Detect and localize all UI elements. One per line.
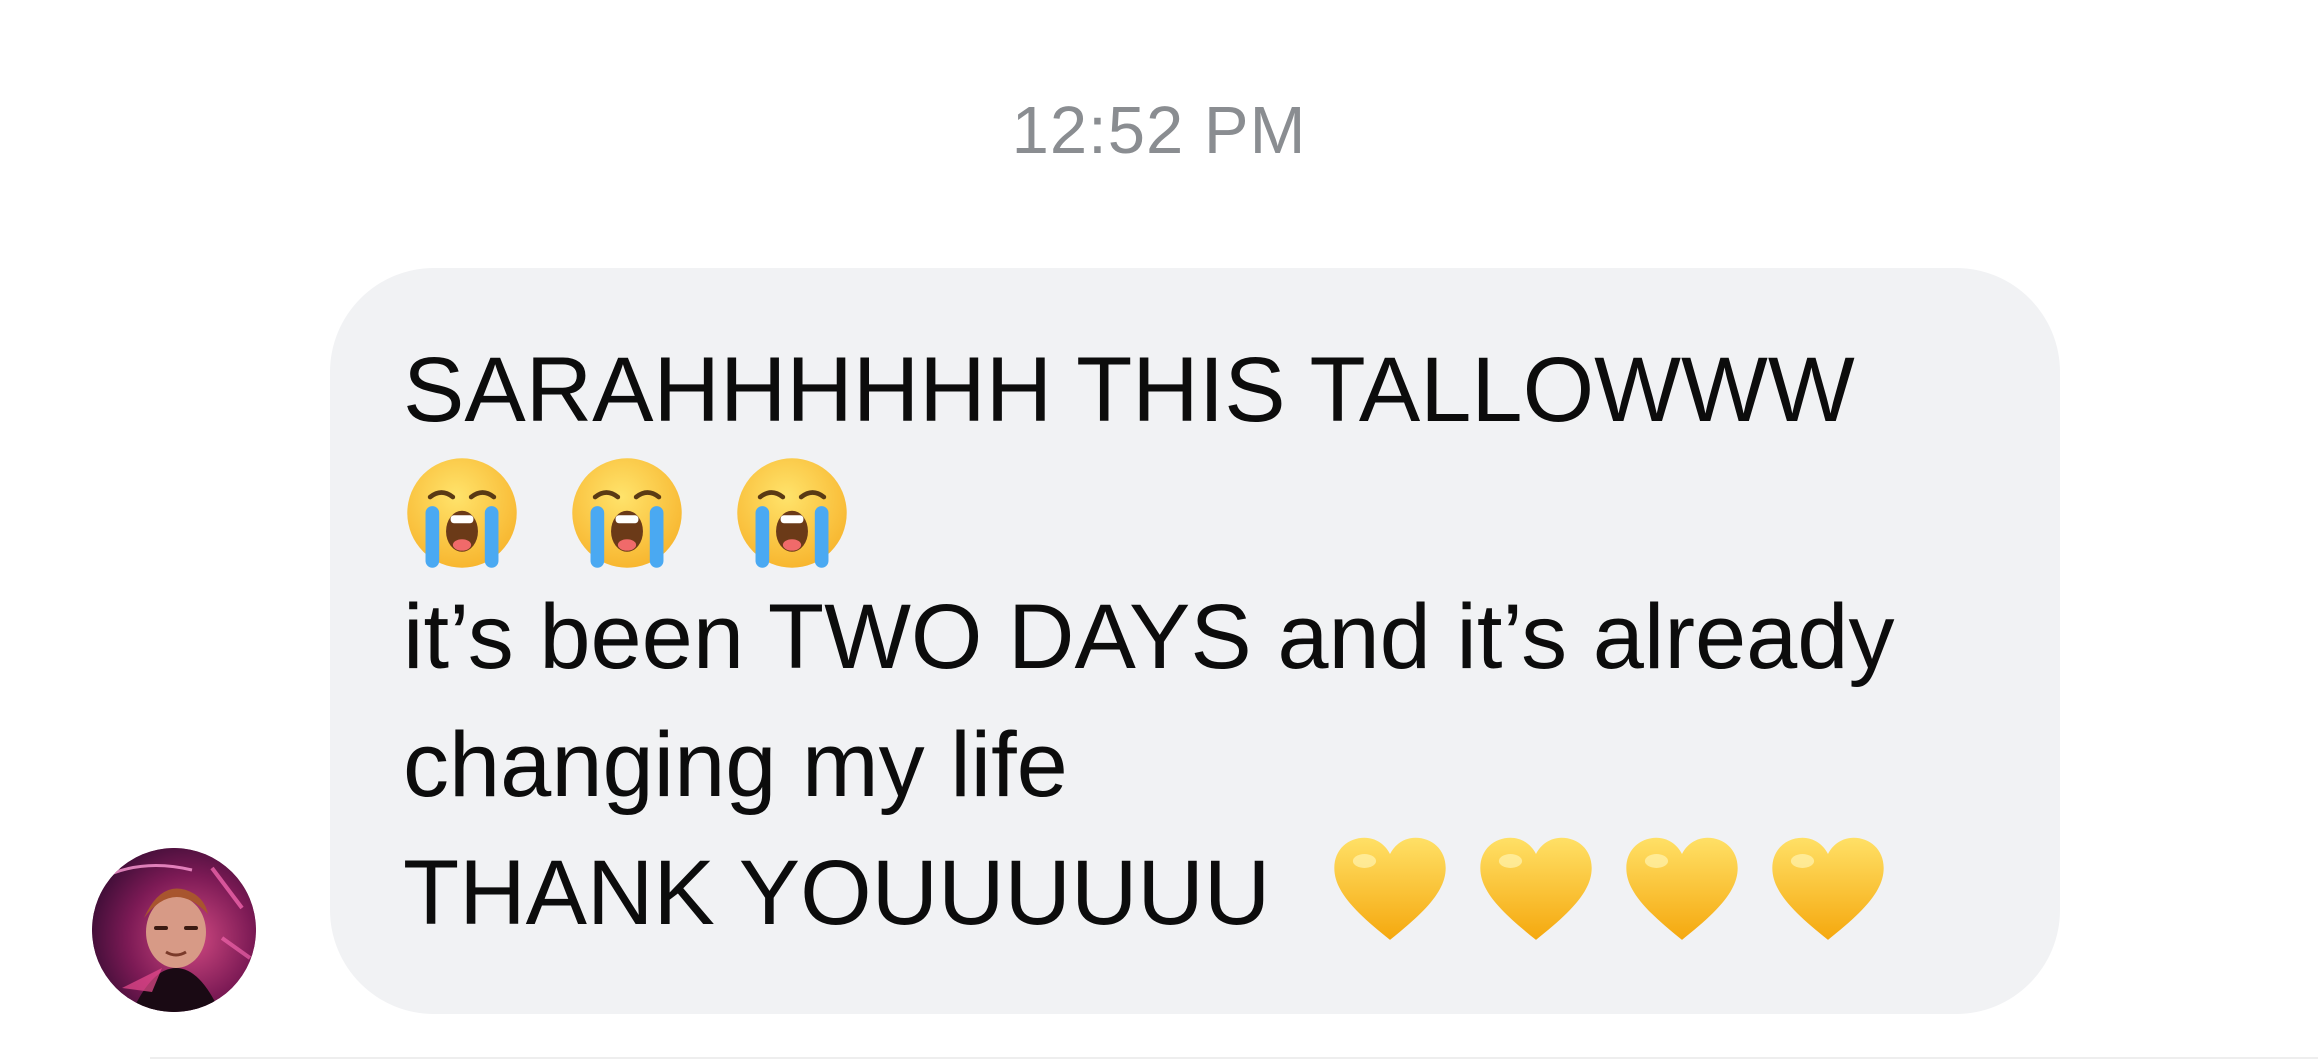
- yellow-heart-icon: [1480, 837, 1592, 940]
- divider-line: [150, 1057, 2318, 1059]
- sender-avatar[interactable]: [92, 848, 256, 1012]
- message-line-4-wrapper: THANK YOUUUUUU: [403, 829, 2000, 957]
- yellow-hearts-row: [1332, 835, 1886, 945]
- avatar-photo-icon: [92, 848, 256, 1012]
- crying-face-icon: [737, 457, 847, 568]
- message-line-2: it’s been TWO DAYS and it’s already: [403, 586, 1895, 688]
- crying-emoji-row: [405, 450, 2000, 575]
- yellow-heart-icon: [1334, 837, 1446, 940]
- message-line-1: SARAHHHHHH THIS TALLOWWW: [403, 339, 1855, 441]
- crying-face-icon: [572, 457, 682, 568]
- message-bubble[interactable]: SARAHHHHHH THIS TALLOWWW it’s been TWO D…: [330, 268, 2060, 1014]
- message-line-3: changing my life: [403, 714, 1068, 816]
- yellow-heart-icon: [1626, 837, 1738, 940]
- message-line-4: THANK YOUUUUUU: [403, 842, 1271, 944]
- crying-face-icon: [407, 457, 517, 568]
- yellow-heart-icon: [1772, 837, 1884, 940]
- message-timestamp: 12:52 PM: [1011, 93, 1307, 168]
